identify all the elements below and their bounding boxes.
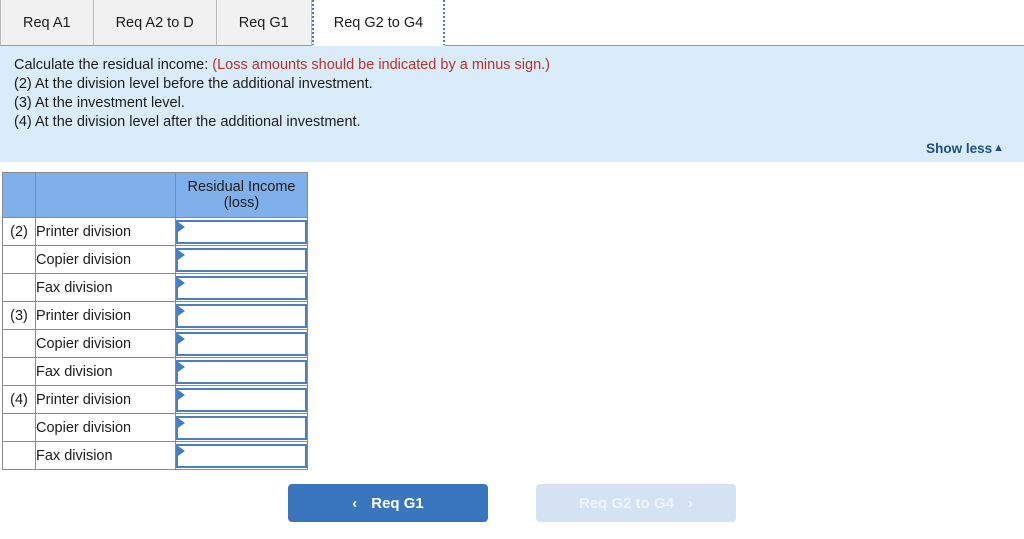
table-header-row: Residual Income (loss) [2,172,308,218]
header-text-line-1: Residual Income [187,179,296,195]
residual-income-input[interactable] [176,387,307,412]
table-row: (3) Printer division [2,301,308,330]
next-requirement-label: Req G2 to G4 [578,494,675,512]
row-value-cell [175,329,308,358]
chevron-right-icon: › [688,494,694,512]
instructions-panel: Calculate the residual income: (Loss amo… [0,46,1024,162]
footer-navigation: ‹ Req G1 Req G2 to G4 › [0,484,1024,522]
residual-income-input[interactable] [176,415,307,440]
tab-bar: Req A1 Req A2 to D Req G1 Req G2 to G4 [0,0,1024,46]
row-label: Printer division [35,217,176,246]
row-value-cell [175,245,308,274]
row-number [2,329,36,358]
row-number [2,357,36,386]
row-value-cell [175,413,308,442]
residual-income-input[interactable] [176,303,307,328]
table-row: Fax division [2,357,308,386]
row-number [2,441,36,470]
header-cell-division [35,172,176,218]
tab-label: Req A2 to D [115,14,194,31]
chevron-up-icon: ▲ [993,142,1004,154]
instruction-line-1: Calculate the residual income: (Loss amo… [14,56,1010,75]
tab-label: Req A1 [23,14,71,31]
row-value-cell [175,441,308,470]
instruction-main-text: Calculate the residual income: [14,57,209,73]
residual-income-input[interactable] [176,443,307,468]
table-row: Fax division [2,273,308,302]
input-wrapper [176,443,307,468]
residual-income-input[interactable] [176,219,307,244]
row-value-cell [175,385,308,414]
row-value-cell [175,217,308,246]
residual-income-input[interactable] [176,331,307,356]
row-label: Fax division [35,273,176,302]
residual-income-table: Residual Income (loss) (2) Printer divis… [2,172,308,470]
tab-req-g2-to-g4[interactable]: Req G2 to G4 [311,0,446,46]
table-body: (2) Printer division Copier division Fax… [2,217,308,470]
table-row: Copier division [2,413,308,442]
table-row: (2) Printer division [2,217,308,246]
row-label: Copier division [35,413,176,442]
instruction-note: (Loss amounts should be indicated by a m… [212,57,550,73]
instruction-line-3: (3) At the investment level. [14,95,185,111]
tab-label: Req G1 [238,14,289,31]
input-wrapper [176,359,307,384]
row-label: Fax division [35,357,176,386]
answer-table-container: Residual Income (loss) (2) Printer divis… [0,162,1024,470]
instruction-line-2: (2) At the division level before the add… [14,76,373,92]
row-value-cell [175,301,308,330]
row-label: Copier division [35,245,176,274]
row-value-cell [175,273,308,302]
chevron-left-icon: ‹ [352,494,358,512]
show-less-label: Show less [926,141,993,156]
residual-income-input[interactable] [176,359,307,384]
header-cell-residual-income: Residual Income (loss) [175,172,308,218]
row-label: Fax division [35,441,176,470]
tab-req-a1[interactable]: Req A1 [0,0,94,46]
tab-req-g1[interactable]: Req G1 [216,0,312,46]
row-number: (3) [2,301,36,330]
input-wrapper [176,415,307,440]
row-number: (2) [2,217,36,246]
prev-requirement-button[interactable]: ‹ Req G1 [288,484,488,522]
input-wrapper [176,275,307,300]
prev-requirement-label: Req G1 [371,494,424,512]
tab-bar-filler [445,0,1024,46]
table-row: (4) Printer division [2,385,308,414]
row-label: Copier division [35,329,176,358]
input-wrapper [176,303,307,328]
input-wrapper [176,331,307,356]
header-text-line-2: (loss) [223,195,260,211]
row-number [2,273,36,302]
show-less-toggle[interactable]: Show less ▲ [926,141,1004,156]
table-row: Fax division [2,441,308,470]
instruction-line-4: (4) At the division level after the addi… [14,114,361,130]
table-row: Copier division [2,245,308,274]
row-label: Printer division [35,301,176,330]
row-number [2,413,36,442]
row-label: Printer division [35,385,176,414]
row-value-cell [175,357,308,386]
table-row: Copier division [2,329,308,358]
tab-req-a2-to-d[interactable]: Req A2 to D [93,0,217,46]
input-wrapper [176,387,307,412]
tab-label: Req G2 to G4 [333,14,424,31]
input-wrapper [176,247,307,272]
residual-income-input[interactable] [176,247,307,272]
row-number [2,245,36,274]
row-number: (4) [2,385,36,414]
next-requirement-button: Req G2 to G4 › [536,484,736,522]
table-header: Residual Income (loss) [2,172,308,218]
input-wrapper [176,219,307,244]
residual-income-input[interactable] [176,275,307,300]
header-cell-number [2,172,36,218]
